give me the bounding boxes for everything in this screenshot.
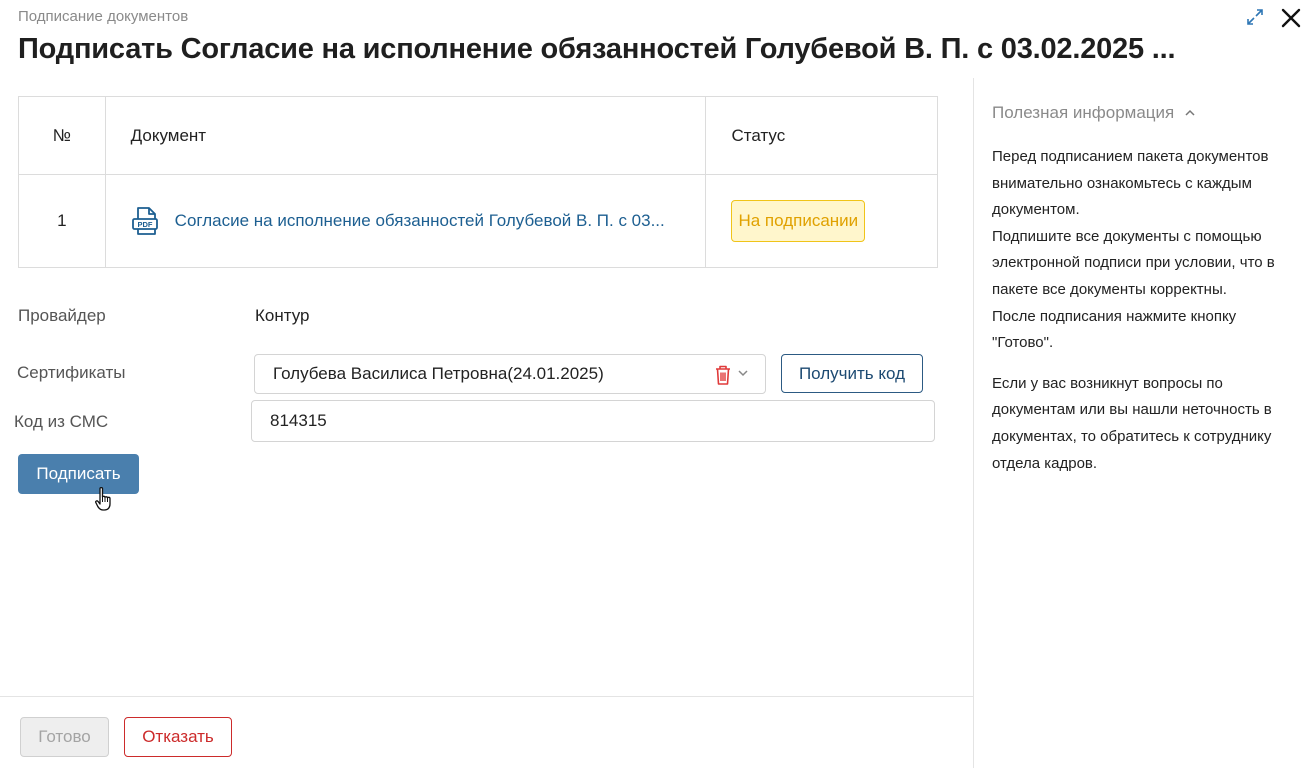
certificate-select[interactable]: Голубева Василиса Петровна(24.01.2025) bbox=[254, 354, 766, 394]
info-panel: Полезная информация Перед подписанием па… bbox=[992, 100, 1298, 477]
provider-value: Контур bbox=[255, 306, 310, 325]
close-icon[interactable] bbox=[1280, 7, 1302, 29]
row-status-cell: На подписании bbox=[705, 174, 938, 268]
documents-pane: № Документ Статус 1 PDF Согласие на испо… bbox=[0, 78, 973, 768]
info-panel-text: Перед подписанием пакета документов вним… bbox=[992, 144, 1298, 477]
chevron-down-icon[interactable] bbox=[737, 368, 749, 378]
column-header-number: № bbox=[18, 96, 106, 175]
sms-code-label: Код из СМС bbox=[14, 412, 109, 431]
info-panel-toggle[interactable]: Полезная информация bbox=[992, 100, 1298, 126]
info-line: отдела кадров. bbox=[992, 454, 1098, 472]
refuse-button[interactable]: Отказать bbox=[124, 717, 232, 757]
document-link[interactable]: Согласие на исполнение обязанностей Голу… bbox=[175, 211, 665, 231]
column-header-document: Документ bbox=[104, 96, 707, 175]
certificates-label: Сертификаты bbox=[17, 363, 126, 382]
table-header-row: № Документ Статус bbox=[18, 96, 938, 175]
row-number: 1 bbox=[18, 174, 106, 268]
pdf-file-icon: PDF bbox=[131, 207, 158, 235]
info-line: внимательно ознакомьтесь с каждым bbox=[992, 174, 1252, 192]
info-line: пакете все документы корректны. bbox=[992, 280, 1227, 298]
table-row: 1 PDF Согласие на исполнение обязанносте… bbox=[18, 174, 938, 268]
page-title: Подписать Согласие на исполнение обязанн… bbox=[18, 33, 1176, 65]
trash-icon[interactable] bbox=[713, 364, 733, 386]
certificate-select-value: Голубева Василиса Петровна(24.01.2025) bbox=[273, 364, 604, 383]
info-line: документах, то обратитесь к сотруднику bbox=[992, 427, 1272, 445]
info-line: документом. bbox=[992, 201, 1080, 219]
info-paragraph-1: Перед подписанием пакета документов вним… bbox=[992, 144, 1298, 357]
info-line: После подписания нажмите кнопку bbox=[992, 307, 1237, 325]
info-line: "Готово". bbox=[992, 334, 1054, 352]
column-header-status: Статус bbox=[705, 96, 938, 175]
status-badge: На подписании bbox=[731, 200, 866, 242]
info-panel-title: Полезная информация bbox=[992, 103, 1175, 122]
provider-label: Провайдер bbox=[18, 306, 106, 325]
sms-code-input[interactable] bbox=[251, 400, 935, 442]
breadcrumb-subtitle: Подписание документов bbox=[18, 8, 189, 25]
info-line: документам или вы нашли неточность в bbox=[992, 401, 1272, 419]
info-line: Если у вас возникнут вопросы по bbox=[992, 374, 1223, 392]
info-line: электронной подписи при условии, что в bbox=[992, 254, 1275, 272]
row-document-cell: PDF Согласие на исполнение обязанностей … bbox=[104, 174, 707, 268]
svg-text:PDF: PDF bbox=[137, 220, 152, 229]
info-paragraph-2: Если у вас возникнут вопросы по документ… bbox=[992, 371, 1298, 477]
done-button: Готово bbox=[20, 717, 109, 757]
chevron-up-icon bbox=[1185, 109, 1195, 116]
info-line: Перед подписанием пакета документов bbox=[992, 148, 1269, 165]
documents-table: № Документ Статус 1 PDF Согласие на испо… bbox=[18, 96, 938, 268]
panel-divider bbox=[973, 78, 974, 768]
expand-icon[interactable] bbox=[1246, 8, 1264, 26]
info-line: Подпишите все документы с помощью bbox=[992, 227, 1262, 245]
hand-pointer-icon bbox=[95, 486, 111, 511]
get-code-button[interactable]: Получить код bbox=[781, 354, 923, 393]
sign-button[interactable]: Подписать bbox=[18, 454, 139, 494]
footer-divider bbox=[0, 696, 973, 697]
